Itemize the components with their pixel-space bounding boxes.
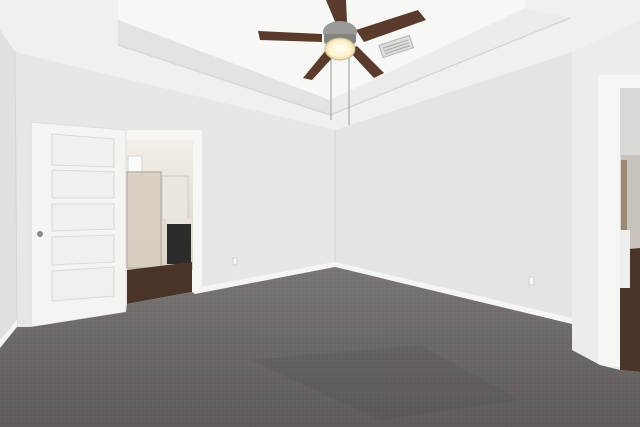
open-panel-door: [30, 121, 127, 328]
hallway-opening: [598, 75, 640, 372]
door-panel-1: [51, 133, 115, 168]
door-panel-2: [51, 169, 115, 199]
left-wall-corner: [0, 30, 17, 345]
bathroom-doorway: [117, 130, 202, 305]
outlet: [232, 257, 238, 266]
shower-glass: [127, 172, 161, 268]
outlet: [528, 276, 535, 286]
hallway-door-frame: [621, 160, 627, 230]
door-panel-5: [51, 266, 115, 302]
vanity-cabinet: [167, 224, 191, 264]
hallway-trim: [620, 230, 630, 288]
bathroom-mirror: [161, 175, 189, 221]
door-panel-3: [51, 203, 115, 232]
door-panel-4: [51, 234, 115, 266]
fan-light: [324, 37, 356, 61]
bedroom-scene: [0, 0, 640, 427]
door-knob: [37, 231, 43, 237]
vanity-top: [166, 218, 192, 224]
